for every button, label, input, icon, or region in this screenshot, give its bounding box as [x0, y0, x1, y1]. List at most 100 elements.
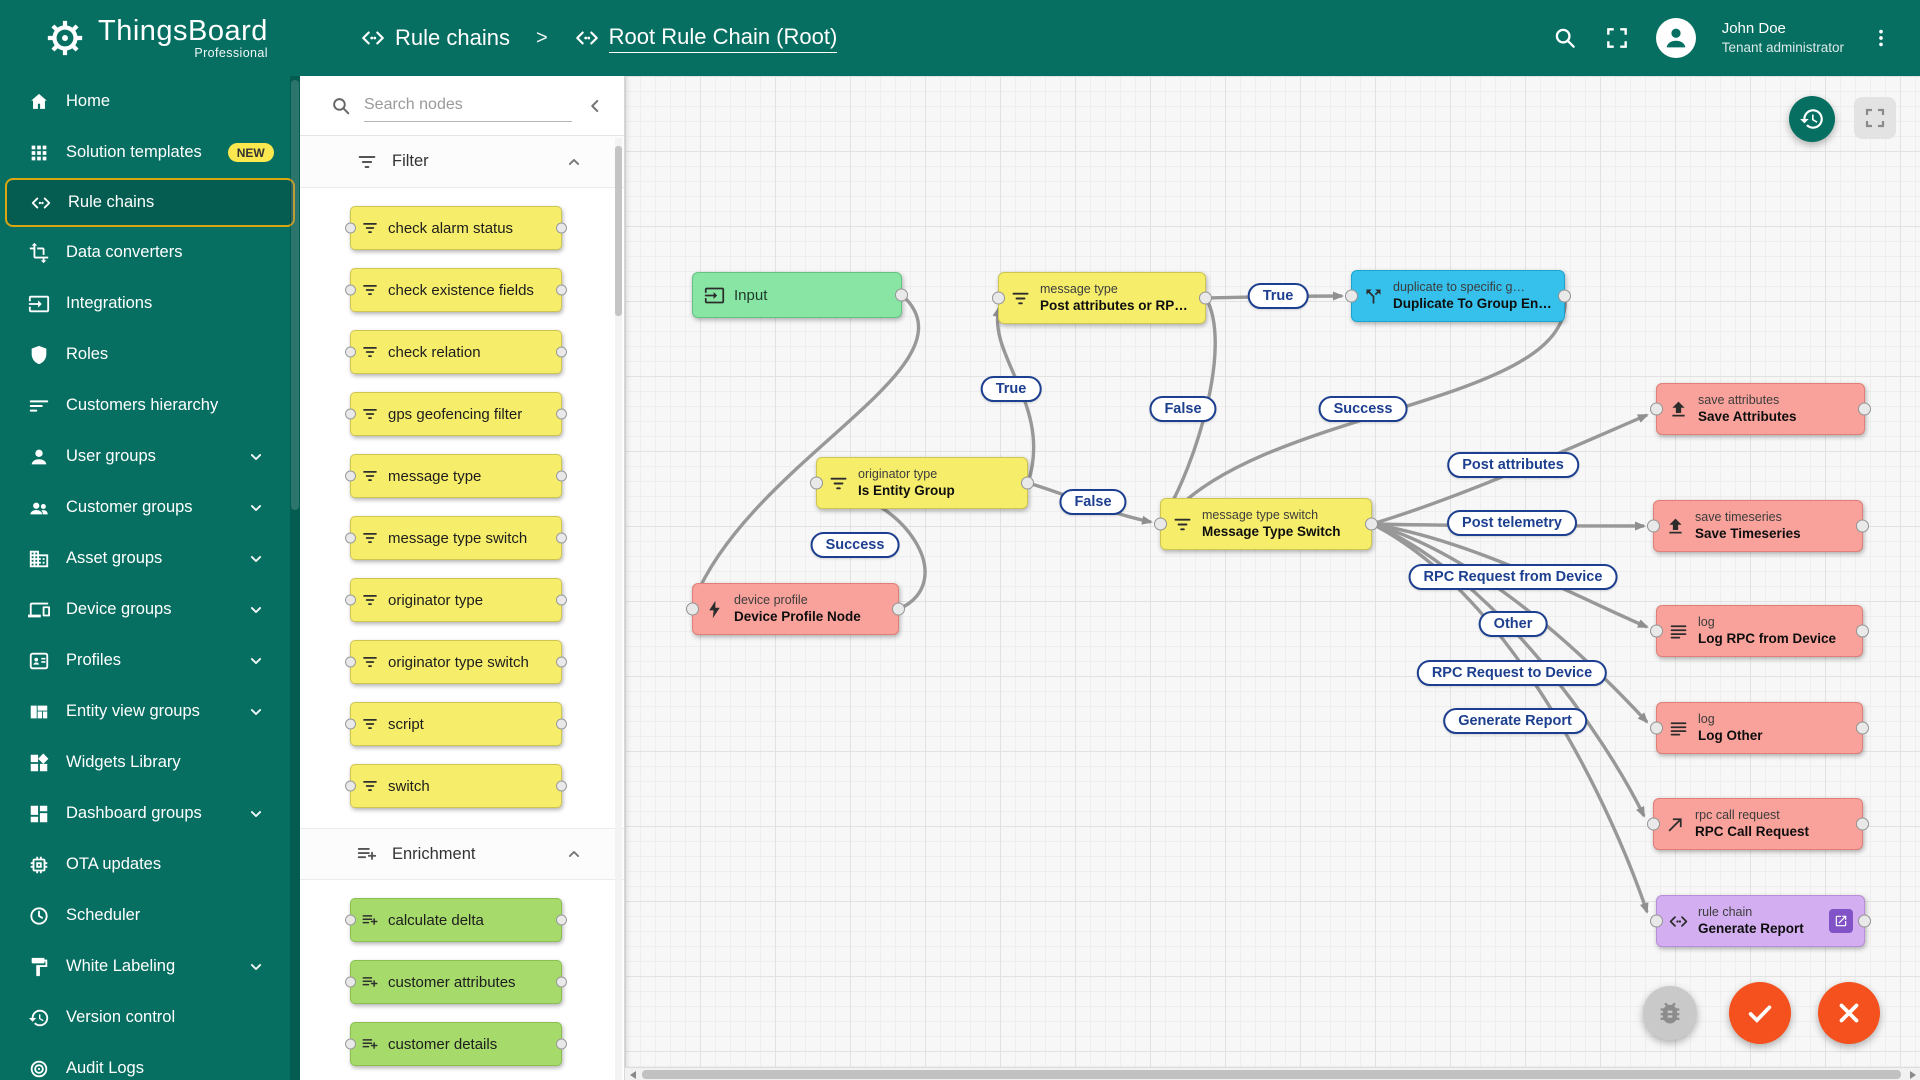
- edge-label-true[interactable]: True: [1248, 283, 1309, 309]
- sidebar-item-profiles[interactable]: Profiles: [0, 635, 300, 686]
- sidebar-item-device-groups[interactable]: Device groups: [0, 584, 300, 635]
- fullscreen-icon[interactable]: [1604, 25, 1630, 51]
- edge-label-success[interactable]: Success: [1319, 396, 1408, 422]
- sidebar-item-home[interactable]: Home: [0, 76, 300, 127]
- input-port[interactable]: [1154, 518, 1167, 531]
- palette-node-check-relation[interactable]: check relation: [350, 330, 562, 374]
- node-device-profile[interactable]: device profile Device Profile Node: [692, 583, 899, 635]
- output-port[interactable]: [1558, 290, 1571, 303]
- discard-changes-button[interactable]: [1818, 982, 1880, 1044]
- node-originator-type[interactable]: originator type Is Entity Group: [816, 457, 1028, 509]
- edge-label-other[interactable]: Other: [1479, 611, 1548, 637]
- sidebar-item-asset-groups[interactable]: Asset groups: [0, 533, 300, 584]
- input-port[interactable]: [992, 292, 1005, 305]
- sidebar-item-customer-groups[interactable]: Customer groups: [0, 482, 300, 533]
- input-port[interactable]: [810, 477, 823, 490]
- sidebar-item-roles[interactable]: Roles: [0, 329, 300, 380]
- palette-node-message-type-switch[interactable]: message type switch: [350, 516, 562, 560]
- input-port[interactable]: [1647, 520, 1660, 533]
- palette-scrollbar[interactable]: [615, 138, 622, 1080]
- sidebar-item-dashboard-groups[interactable]: Dashboard groups: [0, 788, 300, 839]
- breadcrumb-current-rule-chain[interactable]: Root Rule Chain (Root): [574, 24, 838, 53]
- edge-label-post-attributes[interactable]: Post attributes: [1447, 452, 1579, 478]
- sidebar-item-ota-updates[interactable]: OTA updates: [0, 839, 300, 890]
- sidebar-item-data-converters[interactable]: Data converters: [0, 227, 300, 278]
- node-log-other[interactable]: log Log Other: [1656, 702, 1863, 754]
- edge-label-generate-report[interactable]: Generate Report: [1443, 708, 1587, 734]
- rule-chain-canvas[interactable]: True True False False Success Success Po…: [625, 76, 1920, 1080]
- output-port[interactable]: [1856, 722, 1869, 735]
- canvas-horizontal-scrollbar[interactable]: [625, 1067, 1920, 1080]
- breadcrumb-rule-chains[interactable]: Rule chains: [360, 25, 510, 51]
- output-port[interactable]: [895, 289, 908, 302]
- input-port[interactable]: [1650, 403, 1663, 416]
- palette-node-calculate-delta[interactable]: calculate delta: [350, 898, 562, 942]
- palette-node-customer-details[interactable]: customer details: [350, 1022, 562, 1066]
- node-rule-chain-generate-report[interactable]: rule chain Generate Report: [1656, 895, 1865, 947]
- user-info[interactable]: John Doe Tenant administrator: [1722, 19, 1844, 56]
- input-port[interactable]: [1650, 722, 1663, 735]
- node-log-rpc-from-device[interactable]: log Log RPC from Device: [1656, 605, 1863, 657]
- input-port[interactable]: [1650, 915, 1663, 928]
- search-icon[interactable]: [1552, 25, 1578, 51]
- node-duplicate-to-group[interactable]: duplicate to specific g… Duplicate To Gr…: [1351, 270, 1565, 322]
- output-port[interactable]: [1858, 403, 1871, 416]
- output-port[interactable]: [1858, 915, 1871, 928]
- palette-node-script[interactable]: script: [350, 702, 562, 746]
- sidebar-item-widgets-library[interactable]: Widgets Library: [0, 737, 300, 788]
- sidebar-item-audit-logs[interactable]: Audit Logs: [0, 1043, 300, 1080]
- palette-node-switch[interactable]: switch: [350, 764, 562, 808]
- edge-label-false[interactable]: False: [1059, 489, 1126, 515]
- palette-node-originator-type[interactable]: originator type: [350, 578, 562, 622]
- restore-version-button[interactable]: [1789, 96, 1835, 142]
- collapse-panel-icon[interactable]: [584, 95, 606, 117]
- sidebar-item-entity-view-groups[interactable]: Entity view groups: [0, 686, 300, 737]
- palette-node-originator-type-switch[interactable]: originator type switch: [350, 640, 562, 684]
- output-port[interactable]: [1856, 818, 1869, 831]
- node-input[interactable]: Input: [692, 272, 902, 318]
- palette-section-filter[interactable]: Filter: [300, 136, 624, 188]
- sidebar-item-customers-hierarchy[interactable]: Customers hierarchy: [0, 380, 300, 431]
- edge-label-rpc-request-from-device[interactable]: RPC Request from Device: [1409, 564, 1618, 590]
- app-logo[interactable]: ThingsBoard Professional: [0, 16, 300, 60]
- sidebar-item-rule-chains[interactable]: Rule chains: [5, 178, 295, 227]
- output-port[interactable]: [1856, 625, 1869, 638]
- apply-changes-button[interactable]: [1729, 982, 1791, 1044]
- palette-node-check-alarm-status[interactable]: check alarm status: [350, 206, 562, 250]
- output-port[interactable]: [1021, 477, 1034, 490]
- scrollbar-thumb[interactable]: [642, 1070, 1901, 1079]
- edge-label-true[interactable]: True: [981, 376, 1042, 402]
- output-port[interactable]: [892, 603, 905, 616]
- node-message-type-switch[interactable]: message type switch Message Type Switch: [1160, 498, 1372, 550]
- node-message-type[interactable]: message type Post attributes or RP…: [998, 272, 1206, 324]
- node-save-timeseries[interactable]: save timeseries Save Timeseries: [1653, 500, 1863, 552]
- input-port[interactable]: [1650, 625, 1663, 638]
- sidebar-scrollbar[interactable]: [290, 76, 300, 1080]
- avatar[interactable]: [1656, 18, 1696, 58]
- expand-canvas-button[interactable]: [1854, 97, 1896, 139]
- open-rule-chain-button[interactable]: [1829, 909, 1853, 933]
- edge-label-post-telemetry[interactable]: Post telemetry: [1447, 510, 1577, 536]
- search-nodes-input[interactable]: [364, 90, 572, 122]
- node-save-attributes[interactable]: save attributes Save Attributes: [1656, 383, 1865, 435]
- edge-label-rpc-request-to-device[interactable]: RPC Request to Device: [1417, 660, 1607, 686]
- input-port[interactable]: [1647, 818, 1660, 831]
- edge-label-success[interactable]: Success: [811, 532, 900, 558]
- output-port[interactable]: [1199, 292, 1212, 305]
- edge-label-false[interactable]: False: [1149, 396, 1216, 422]
- palette-node-message-type[interactable]: message type: [350, 454, 562, 498]
- palette-node-customer-attributes[interactable]: customer attributes: [350, 960, 562, 1004]
- sidebar-item-scheduler[interactable]: Scheduler: [0, 890, 300, 941]
- sidebar-item-version-control[interactable]: Version control: [0, 992, 300, 1043]
- palette-node-check-existence-fields[interactable]: check existence fields: [350, 268, 562, 312]
- kebab-menu-icon[interactable]: [1870, 27, 1892, 49]
- sidebar-item-user-groups[interactable]: User groups: [0, 431, 300, 482]
- output-port[interactable]: [1856, 520, 1869, 533]
- input-port[interactable]: [686, 603, 699, 616]
- scroll-right-arrow[interactable]: [1905, 1068, 1920, 1080]
- sidebar-item-integrations[interactable]: Integrations: [0, 278, 300, 329]
- output-port[interactable]: [1365, 518, 1378, 531]
- node-rpc-call-request[interactable]: rpc call request RPC Call Request: [1653, 798, 1863, 850]
- debug-mode-button[interactable]: [1643, 986, 1697, 1040]
- input-port[interactable]: [1345, 290, 1358, 303]
